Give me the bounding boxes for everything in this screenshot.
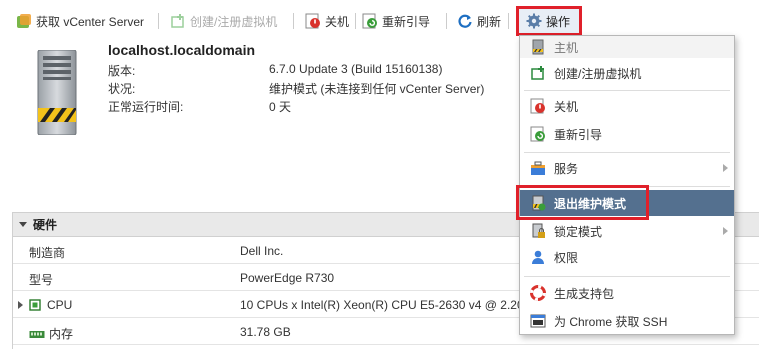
refresh-icon [457,13,473,29]
toolbar-divider [158,13,159,29]
menu-item-label: 为 Chrome 获取 SSH [554,314,668,329]
host-name: localhost.localdomain [108,42,256,58]
menu-item-services[interactable]: 服务 [520,155,734,181]
submenu-arrow-icon [723,164,728,172]
menu-divider [524,186,730,187]
user-permissions-icon [530,249,546,265]
services-icon [530,160,546,176]
expand-arrow-icon[interactable] [18,301,23,309]
create-vm-label: 创建/注册虚拟机 [190,14,278,29]
reboot-icon [362,13,378,29]
menu-item-permissions[interactable]: 权限 [520,244,734,270]
collapse-caret-icon[interactable] [19,222,27,227]
shutdown-label: 关机 [325,14,350,29]
host-icon [530,39,546,55]
menu-divider [524,276,730,277]
toolbar-divider [293,13,294,29]
menu-header-label: 主机 [554,40,579,55]
memory-value: 31.78 GB [240,325,291,339]
menu-item-label: 服务 [554,161,579,176]
version-label: 版本: [108,64,136,78]
exit-maintenance-icon [530,195,546,211]
shutdown-button[interactable]: 关机 [305,10,349,32]
menu-item-support-bundle[interactable]: 生成支持包 [520,280,734,306]
menu-item-shutdown[interactable]: 关机 [520,93,734,119]
menu-item-label: 权限 [554,250,579,265]
create-vm-button[interactable]: 创建/注册虚拟机 [170,10,277,32]
vcenter-icon [16,13,32,29]
gear-icon [526,13,542,29]
toolbar-divider [355,13,356,29]
create-vm-icon [530,65,546,81]
server-image [34,49,80,136]
menu-header-host: 主机 [520,36,734,58]
cpu-label: CPU [47,298,73,312]
state-label: 状况: [108,82,136,96]
menu-item-lockdown[interactable]: 锁定模式 [520,218,734,244]
lockdown-icon [530,223,546,239]
menu-item-label: 创建/注册虚拟机 [554,66,642,81]
model-label: 型号 [29,273,54,287]
refresh-label: 刷新 [477,14,502,29]
cpu-label-wrap: CPU [29,298,72,312]
menu-item-exit-maintenance[interactable]: 退出维护模式 [520,190,734,216]
menu-item-label: 重新引导 [554,127,603,142]
memory-label-wrap: 内存 [29,325,73,342]
menu-item-label: 关机 [554,99,579,114]
menu-item-create-vm[interactable]: 创建/注册虚拟机 [520,60,734,86]
menu-item-reboot[interactable]: 重新引导 [520,121,734,147]
toolbar-divider [446,13,447,29]
reboot-button[interactable]: 重新引导 [362,10,430,32]
power-off-icon [530,98,546,114]
state-value: 维护模式 (未连接到任何 vCenter Server) [269,82,485,96]
create-vm-icon [170,13,186,29]
menu-divider [524,152,730,153]
lifebuoy-icon [530,285,546,301]
uptime-label: 正常运行时间: [108,100,184,114]
menu-item-label: 生成支持包 [554,286,615,301]
menu-divider [524,90,730,91]
menu-item-label: 锁定模式 [554,224,603,239]
manufacturer-label: 制造商 [29,246,66,260]
cpu-icon [29,299,41,311]
toolbar-divider [508,13,509,29]
uptime-value: 0 天 [269,100,292,114]
memory-label: 内存 [49,327,74,341]
get-vcenter-button[interactable]: 获取 vCenter Server [16,10,144,32]
console-icon [530,313,546,329]
model-value: PowerEdge R730 [240,271,335,285]
refresh-button[interactable]: 刷新 [457,10,501,32]
actions-button[interactable]: 操作 [516,6,582,36]
version-value: 6.7.0 Update 3 (Build 15160138) [269,62,443,76]
hardware-title: 硬件 [33,218,58,232]
menu-item-label: 退出维护模式 [554,196,627,211]
actions-menu: 主机 创建/注册虚拟机 关机 重新引导 服务 退出维护模式 锁定模式 权限 生成… [519,35,735,335]
get-vcenter-label: 获取 vCenter Server [36,14,145,29]
actions-label: 操作 [546,14,571,29]
menu-item-chrome-ssh[interactable]: 为 Chrome 获取 SSH [520,308,734,334]
cpu-value: 10 CPUs x Intel(R) Xeon(R) CPU E5-2630 v… [240,298,548,312]
reboot-icon [530,126,546,142]
manufacturer-value: Dell Inc. [240,244,284,258]
reboot-label: 重新引导 [382,14,431,29]
memory-icon [29,329,45,339]
submenu-arrow-icon [723,227,728,235]
power-off-icon [305,13,321,29]
